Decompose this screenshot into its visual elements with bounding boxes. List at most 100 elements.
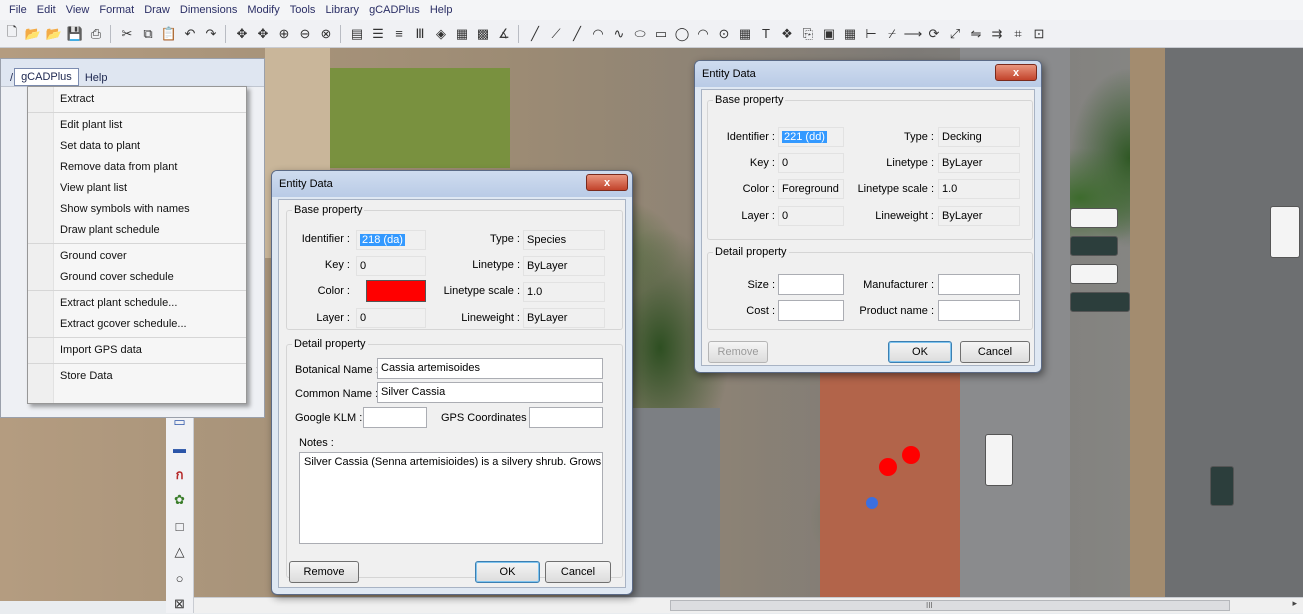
pan-icon[interactable]: ✥ — [253, 24, 273, 44]
pattern-icon[interactable]: ⊠ — [170, 594, 190, 614]
spline-icon[interactable]: ∿ — [609, 24, 629, 44]
dimension-icon[interactable]: ∡ — [494, 24, 514, 44]
extend-icon[interactable]: ⟶ — [903, 24, 923, 44]
line-icon[interactable]: ╱ — [567, 24, 587, 44]
trim-icon[interactable]: ⌿ — [882, 24, 902, 44]
menu-view[interactable]: View — [61, 4, 95, 16]
arc-icon[interactable]: ◠ — [588, 24, 608, 44]
pan-icon[interactable]: ✥ — [232, 24, 252, 44]
tab-gcadplus[interactable]: gCADPlus — [14, 68, 79, 86]
gps-coordinates-input[interactable] — [529, 407, 603, 428]
open-icon[interactable]: 📂 — [44, 24, 64, 44]
node-icon[interactable]: ก — [170, 464, 190, 484]
plant-marker[interactable] — [879, 458, 897, 476]
notes-textarea[interactable]: Silver Cassia (Senna artemisioides) is a… — [299, 452, 603, 544]
zoom-in-icon[interactable]: ⊕ — [274, 24, 294, 44]
image-icon[interactable]: ▣ — [819, 24, 839, 44]
close-button[interactable]: x — [995, 64, 1037, 81]
ellipse-icon[interactable]: ⬭ — [630, 24, 650, 44]
manufacturer-input[interactable] — [938, 274, 1020, 295]
properties-icon[interactable]: ☰ — [368, 24, 388, 44]
close-button[interactable]: x — [586, 174, 628, 191]
remove-button[interactable]: Remove — [708, 341, 768, 363]
identifier-field[interactable]: 218 (da) — [356, 230, 426, 250]
google-klm-input[interactable] — [363, 407, 427, 428]
paste-icon[interactable]: 📋 — [159, 24, 179, 44]
mirror-icon[interactable]: ⇋ — [966, 24, 986, 44]
osnap-icon[interactable]: ⊡ — [1029, 24, 1049, 44]
menu-file[interactable]: File — [4, 4, 32, 16]
menu-item-extract[interactable]: Extract — [28, 89, 246, 110]
size-input[interactable] — [778, 274, 844, 295]
layers-icon[interactable]: ▤ — [347, 24, 367, 44]
ok-button[interactable]: OK — [475, 561, 540, 583]
menu-gcadplus[interactable]: gCADPlus — [364, 4, 425, 16]
text-icon[interactable]: T — [756, 24, 776, 44]
open-icon[interactable]: 📂 — [23, 24, 43, 44]
cancel-button[interactable]: Cancel — [960, 341, 1030, 363]
arc-icon[interactable]: ◠ — [693, 24, 713, 44]
circle-icon[interactable]: ◯ — [672, 24, 692, 44]
offset-icon[interactable]: ⇉ — [987, 24, 1007, 44]
menu-modify[interactable]: Modify — [242, 4, 284, 16]
common-name-input[interactable]: Silver Cassia — [377, 382, 603, 403]
print-icon[interactable]: ⎙ — [86, 24, 106, 44]
table-icon[interactable]: ▦ — [735, 24, 755, 44]
menu-library[interactable]: Library — [320, 4, 364, 16]
redo-icon[interactable]: ↷ — [201, 24, 221, 44]
scroll-right-arrow-icon[interactable]: ▸ — [1292, 598, 1297, 609]
zoom-window-icon[interactable]: ⊗ — [316, 24, 336, 44]
menu-dimensions[interactable]: Dimensions — [175, 4, 242, 16]
menu-item-extract-gcover-schedule[interactable]: Extract gcover schedule... — [28, 314, 246, 335]
plant-marker[interactable] — [902, 446, 920, 464]
menu-item-draw-plant-schedule[interactable]: Draw plant schedule — [28, 220, 246, 241]
zoom-out-icon[interactable]: ⊖ — [295, 24, 315, 44]
selection-marker[interactable] — [866, 497, 878, 509]
horizontal-scrollbar[interactable]: ◂ III ▸ — [170, 597, 1303, 613]
menu-item-store-data[interactable]: Store Data — [28, 366, 246, 387]
save-icon[interactable]: 💾 — [65, 24, 85, 44]
ok-button[interactable]: OK — [888, 341, 952, 363]
undo-icon[interactable]: ↶ — [180, 24, 200, 44]
scale-icon[interactable]: ⤢ — [945, 24, 965, 44]
new-icon[interactable]: 🗋 — [2, 24, 22, 44]
rectangle-icon[interactable]: ▭ — [651, 24, 671, 44]
match-icon[interactable]: ▦ — [452, 24, 472, 44]
menu-tools[interactable]: Tools — [285, 4, 321, 16]
menu-edit[interactable]: Edit — [32, 4, 61, 16]
menu-item-remove-data-from-plant[interactable]: Remove data from plant — [28, 157, 246, 178]
window-icon[interactable]: ▬ — [170, 438, 190, 458]
menu-help[interactable]: Help — [425, 4, 458, 16]
menu-item-ground-cover-schedule[interactable]: Ground cover schedule — [28, 267, 246, 288]
insert-icon[interactable]: ⎘ — [798, 24, 818, 44]
color-swatch[interactable] — [366, 280, 426, 302]
table-icon[interactable]: ▦ — [840, 24, 860, 44]
block-icon[interactable]: ❖ — [777, 24, 797, 44]
remove-button[interactable]: Remove — [289, 561, 359, 583]
cut-icon[interactable]: ✂ — [117, 24, 137, 44]
botanical-name-input[interactable]: Cassia artemisoides — [377, 358, 603, 379]
color-icon[interactable]: ◈ — [431, 24, 451, 44]
polyline-icon[interactable]: ⟋ — [546, 24, 566, 44]
tab-help[interactable]: Help — [79, 70, 114, 86]
identifier-field[interactable]: 221 (dd) — [778, 127, 844, 147]
menu-item-ground-cover[interactable]: Ground cover — [28, 246, 246, 267]
copy-icon[interactable]: ⧉ — [138, 24, 158, 44]
color-field[interactable]: Foreground — [778, 179, 844, 199]
donut-icon[interactable]: ⊙ — [714, 24, 734, 44]
menu-item-edit-plant-list[interactable]: Edit plant list — [28, 115, 246, 136]
cost-input[interactable] — [778, 300, 844, 321]
rotate-icon[interactable]: ⟳ — [924, 24, 944, 44]
menu-draw[interactable]: Draw — [139, 4, 175, 16]
menu-item-view-plant-list[interactable]: View plant list — [28, 178, 246, 199]
menu-item-show-symbols-with-names[interactable]: Show symbols with names — [28, 199, 246, 220]
cancel-button[interactable]: Cancel — [545, 561, 611, 583]
linetype-icon[interactable]: Ⅲ — [410, 24, 430, 44]
product-name-input[interactable] — [938, 300, 1020, 321]
snap-icon[interactable]: ⌗ — [1008, 24, 1028, 44]
menu-format[interactable]: Format — [94, 4, 139, 16]
square-icon[interactable]: □ — [170, 516, 190, 536]
hatch-icon[interactable]: ▩ — [473, 24, 493, 44]
triangle-icon[interactable]: △ — [170, 542, 190, 562]
circle-icon[interactable]: ○ — [170, 568, 190, 588]
